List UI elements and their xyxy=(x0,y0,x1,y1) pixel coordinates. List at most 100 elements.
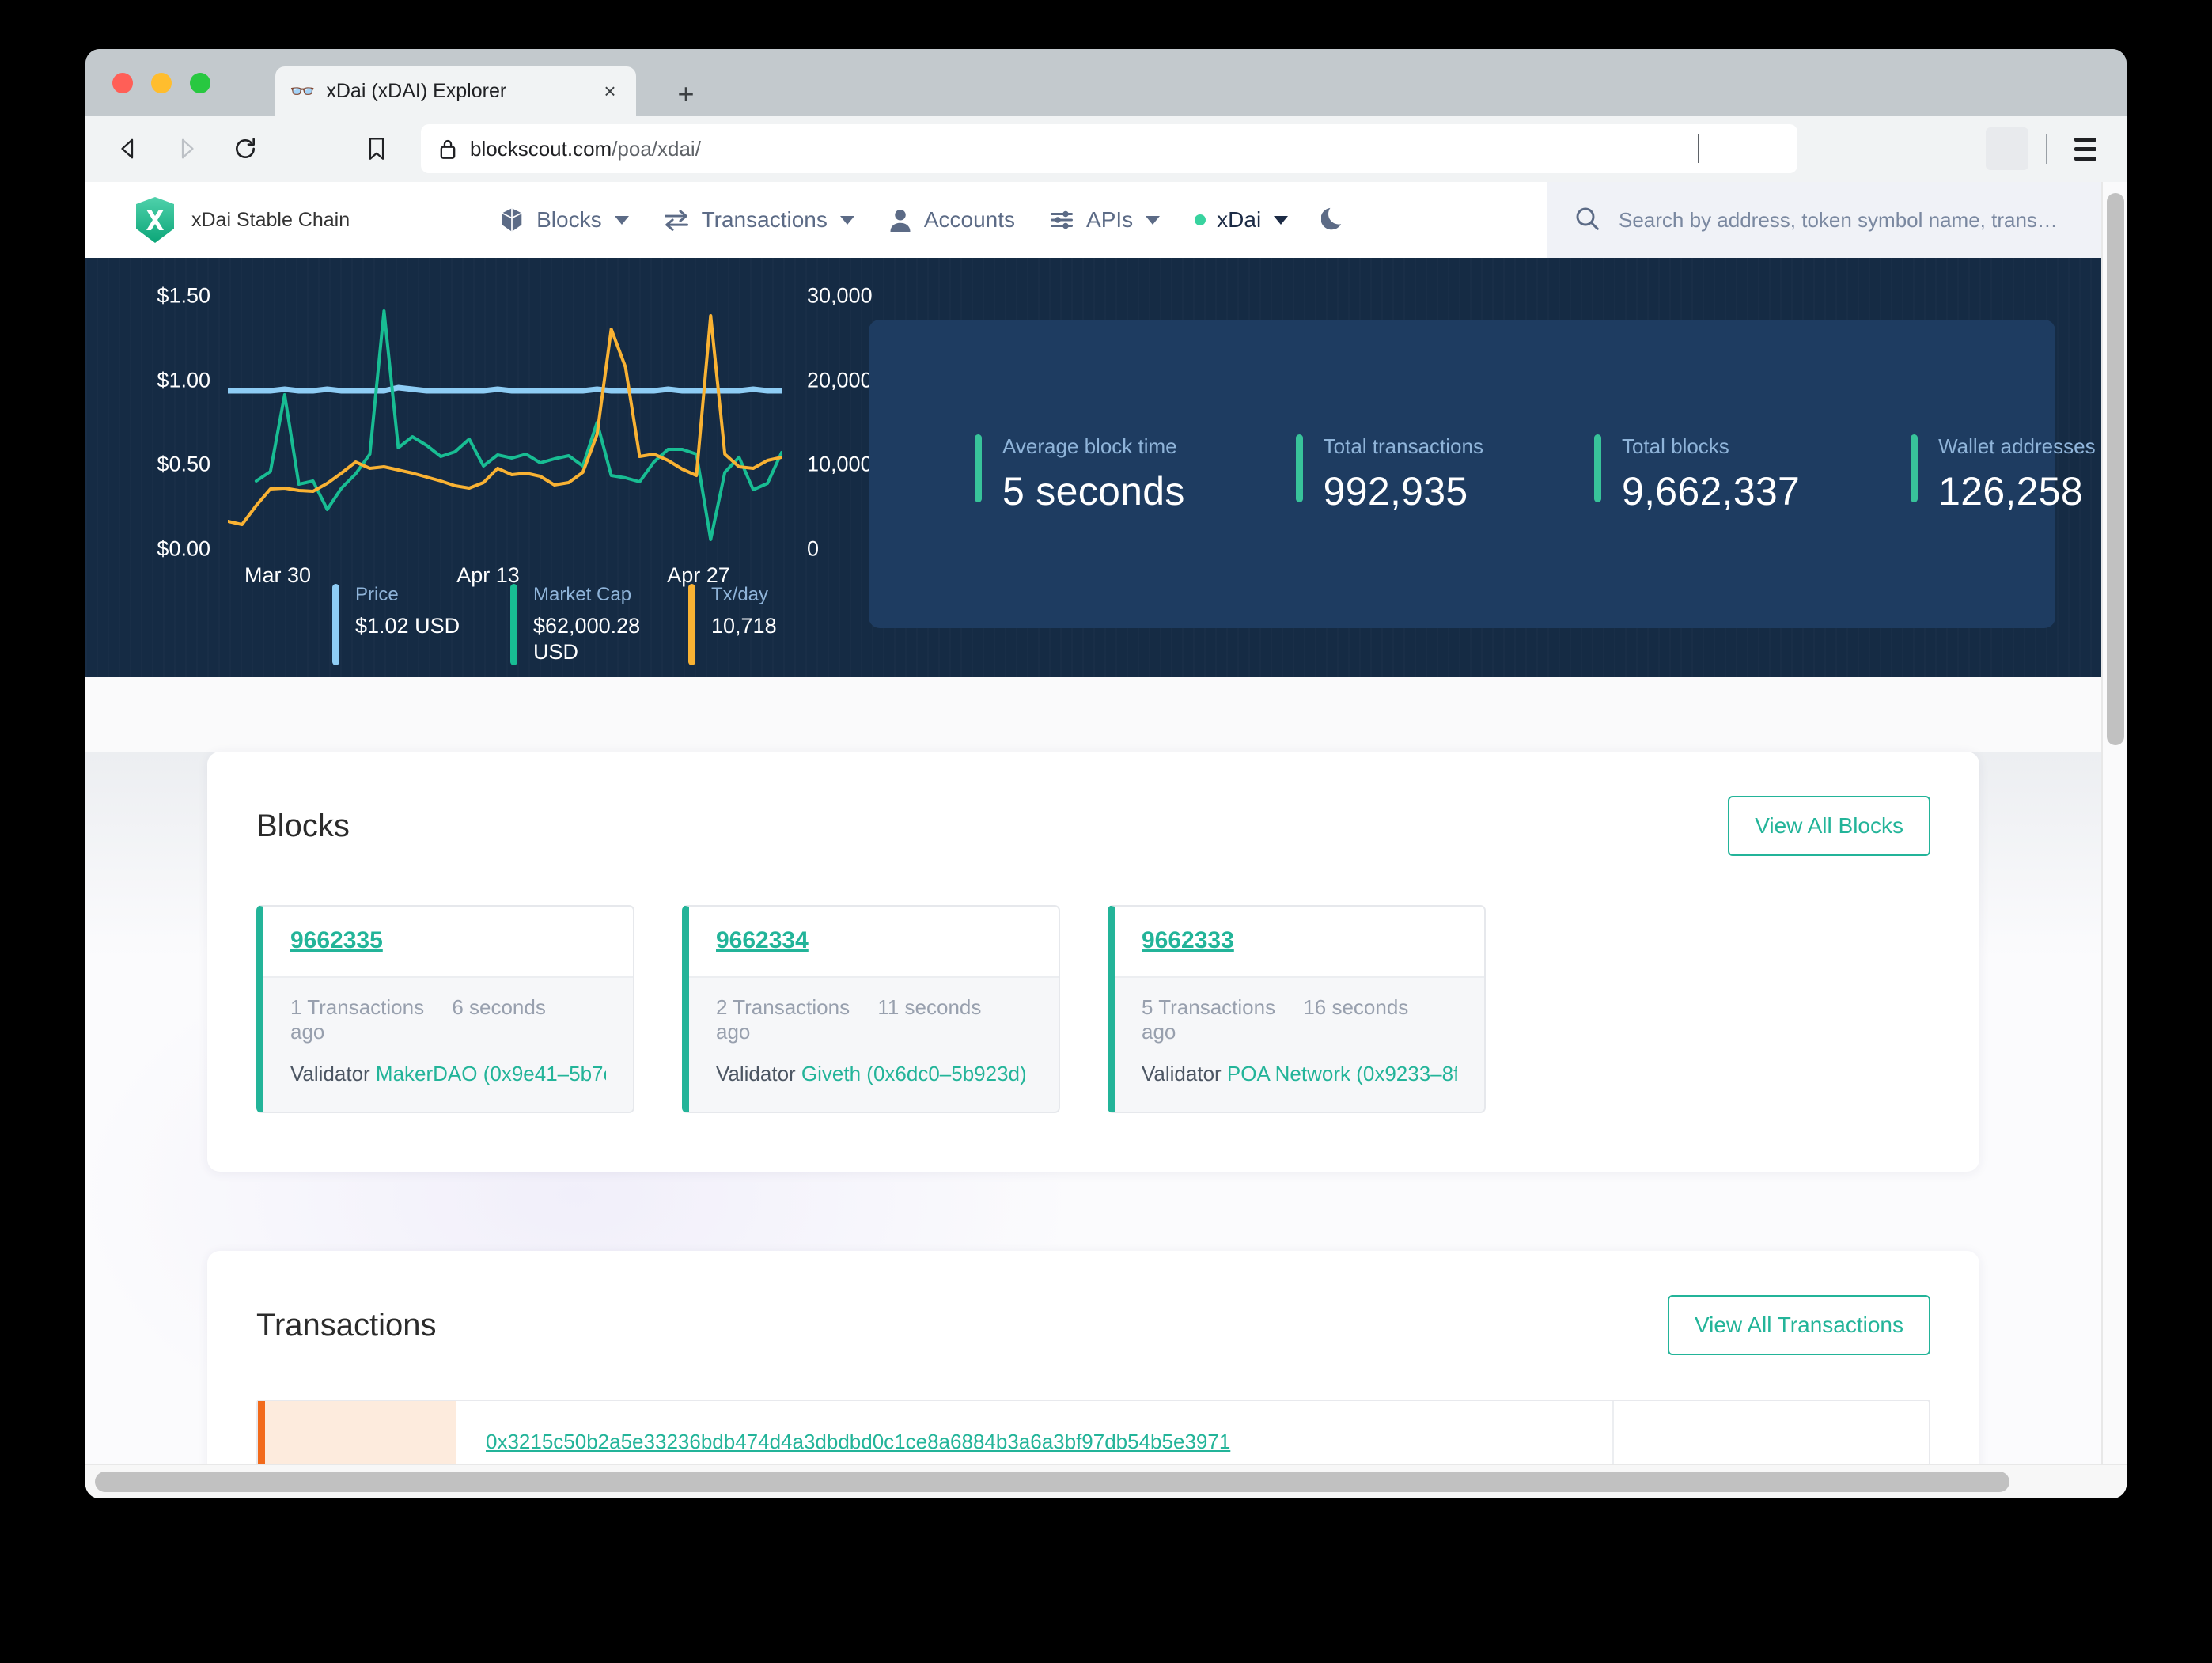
stat-value: 126,258 xyxy=(1938,468,2083,513)
block-card[interactable]: 9662335 1 Transactions 6 seconds ago Val… xyxy=(256,905,634,1113)
chart-series-price xyxy=(228,384,782,394)
mini-stat-bar xyxy=(688,584,695,665)
validator-link[interactable]: Giveth (0x6dc0–5b923d) xyxy=(801,1062,1027,1085)
transactions-card-header: Transactions View All Transactions xyxy=(256,1295,1930,1355)
stat-wallet-addresses: Wallet addresses 126,258 xyxy=(1911,434,2096,514)
url-path: /poa/xdai/ xyxy=(612,136,701,161)
cube-icon xyxy=(500,207,524,233)
nav-label-transactions: Transactions xyxy=(701,207,828,232)
bookmark-icon[interactable] xyxy=(354,127,399,171)
view-all-transactions-button[interactable]: View All Transactions xyxy=(1667,1295,1930,1355)
page-body: Blocks View All Blocks 9662335 1 Transac… xyxy=(85,752,2101,1498)
stat-total-blocks: Total blocks 9,662,337 xyxy=(1593,434,1800,514)
block-number-link[interactable]: 9662333 xyxy=(1142,927,1234,953)
block-card-body: 5 Transactions 16 seconds ago Validator … xyxy=(1115,976,1484,1112)
stat-label: Total blocks xyxy=(1621,434,1729,458)
search-input[interactable] xyxy=(1619,207,2062,233)
transactions-title: Transactions xyxy=(256,1307,437,1343)
block-card[interactable]: 9662333 5 Transactions 16 seconds ago Va… xyxy=(1108,905,1486,1113)
text-cursor xyxy=(1698,134,1699,163)
vertical-scrollbar-thumb[interactable] xyxy=(2107,193,2124,745)
brand-name: xDai Stable Chain xyxy=(191,208,350,231)
toolbar-divider xyxy=(2046,134,2047,164)
block-card-top: 9662335 xyxy=(263,907,633,976)
stat-label: Total transactions xyxy=(1323,434,1483,458)
stat-accent-bar xyxy=(975,434,982,502)
block-meta: 1 Transactions 6 seconds ago xyxy=(290,995,606,1044)
close-icon[interactable]: × xyxy=(598,79,622,103)
stat-label: Wallet addresses xyxy=(1938,434,2096,458)
binoculars-icon: 👓 xyxy=(290,79,316,103)
brand[interactable]: xDai Stable Chain xyxy=(134,197,350,243)
nav-label-blocks: Blocks xyxy=(536,207,602,232)
nav-item-network-selector[interactable]: xDai xyxy=(1177,182,1305,258)
block-card[interactable]: 9662334 2 Transactions 11 seconds ago Va… xyxy=(682,905,1060,1113)
block-tx-count: 1 Transactions xyxy=(290,995,425,1019)
chevron-down-icon xyxy=(614,215,629,225)
reload-icon[interactable] xyxy=(223,127,267,171)
validator-link[interactable]: MakerDAO (0x9e41–5b7c… xyxy=(376,1062,606,1085)
nav-item-accounts[interactable]: Accounts xyxy=(872,182,1032,258)
validator-label: Validator xyxy=(716,1062,796,1085)
block-tx-count: 5 Transactions xyxy=(1142,995,1276,1019)
stat-accent-bar xyxy=(1911,434,1918,502)
block-meta: 5 Transactions 16 seconds ago xyxy=(1142,995,1457,1044)
validator-label: Validator xyxy=(290,1062,370,1085)
horizontal-scrollbar-thumb[interactable] xyxy=(95,1472,2009,1492)
nav-item-apis[interactable]: APIs xyxy=(1032,182,1177,258)
mini-stat-tx-day: Tx/day 10,718 xyxy=(688,584,790,665)
person-icon xyxy=(889,208,911,232)
chart-plot xyxy=(228,309,782,541)
validator-link[interactable]: POA Network (0x9233–8f… xyxy=(1227,1062,1457,1085)
browser-menu-icon[interactable] xyxy=(2065,128,2106,169)
blocks-list: 9662335 1 Transactions 6 seconds ago Val… xyxy=(256,905,1930,1113)
nav-label-accounts: Accounts xyxy=(923,207,1016,232)
x-axis-tick: Mar 30 xyxy=(244,563,312,587)
block-validator: Validator Giveth (0x6dc0–5b923d) xyxy=(716,1062,1032,1086)
mini-stat-market-cap: Market Cap $62,000.28 USD xyxy=(510,584,688,665)
stat-accent-bar xyxy=(1593,434,1601,502)
chart-series-tx-day xyxy=(228,314,782,526)
transaction-hash-link[interactable]: 0x3215c50b2a5e33236bdb474d4a3dbdbd0c1ce8… xyxy=(486,1430,1230,1453)
address-bar[interactable]: blockscout.com/poa/xdai/ xyxy=(421,124,1797,173)
new-tab-button[interactable]: + xyxy=(671,79,701,109)
main-nav: Blocks Transactions Accounts APIs xDai xyxy=(483,182,1362,258)
minimize-window-button[interactable] xyxy=(151,73,172,93)
block-tx-count: 2 Transactions xyxy=(716,995,850,1019)
page-vertical-scrollbar[interactable] xyxy=(2101,182,2127,1498)
browser-tab-strip: 👓 xDai (xDAI) Explorer × + xyxy=(85,49,2127,116)
maximize-window-button[interactable] xyxy=(190,73,210,93)
y-axis-left-tick: $0.00 xyxy=(157,536,210,561)
mini-stat-label: Tx/day xyxy=(711,584,769,605)
nav-item-transactions[interactable]: Transactions xyxy=(646,182,872,258)
block-number-link[interactable]: 9662334 xyxy=(716,927,809,953)
block-number-link[interactable]: 9662335 xyxy=(290,927,383,953)
blocks-card: Blocks View All Blocks 9662335 1 Transac… xyxy=(207,752,1979,1172)
block-card-body: 1 Transactions 6 seconds ago Validator M… xyxy=(263,976,633,1112)
search-bar[interactable] xyxy=(1547,182,2101,258)
y-axis-left-tick: $1.00 xyxy=(157,368,210,392)
browser-tab[interactable]: 👓 xDai (xDAI) Explorer × xyxy=(275,66,636,116)
stat-value: 992,935 xyxy=(1323,468,1468,513)
window-traffic-lights xyxy=(112,73,210,93)
mini-stat-bar xyxy=(332,584,339,665)
site-header: xDai Stable Chain Blocks Transactions Ac… xyxy=(85,182,2101,258)
y-axis-right-tick: 20,000 xyxy=(807,368,873,392)
sliders-icon xyxy=(1050,208,1074,232)
nav-item-blocks[interactable]: Blocks xyxy=(483,182,646,258)
stat-label: Average block time xyxy=(1002,434,1177,458)
view-all-blocks-button[interactable]: View All Blocks xyxy=(1728,796,1930,856)
page-horizontal-scrollbar[interactable] xyxy=(85,1464,2127,1498)
page-viewport: xDai Stable Chain Blocks Transactions Ac… xyxy=(85,182,2127,1498)
theme-toggle-button[interactable] xyxy=(1305,205,1362,236)
back-icon[interactable] xyxy=(106,127,150,171)
transactions-icon xyxy=(664,208,689,232)
tab-title: xDai (xDAI) Explorer xyxy=(326,79,507,102)
close-window-button[interactable] xyxy=(112,73,133,93)
hero-mini-stats: Price $1.02 USD Market Cap $62,000.28 US… xyxy=(332,584,790,665)
extension-button[interactable] xyxy=(1986,127,2028,170)
y-axis-right-tick: 0 xyxy=(807,536,820,561)
stat-value: 5 seconds xyxy=(1002,468,1185,513)
chevron-down-icon xyxy=(1274,215,1289,225)
transactions-card: Transactions View All Transactions Token… xyxy=(207,1251,1979,1498)
